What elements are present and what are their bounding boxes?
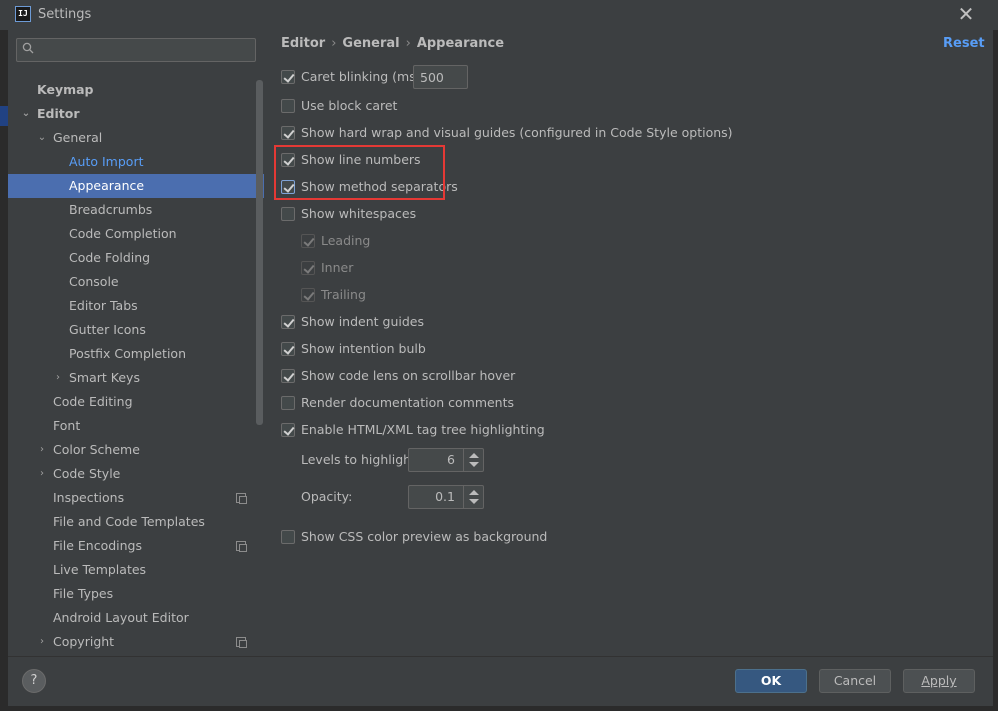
project-scope-icon <box>236 493 247 504</box>
sidebar-item-code-editing[interactable]: Code Editing <box>8 390 264 414</box>
sidebar-item-file-types[interactable]: File Types <box>8 582 264 606</box>
sidebar-item-appearance[interactable]: Appearance <box>8 174 264 198</box>
sidebar-item-smart-keys[interactable]: › Smart Keys <box>8 366 264 390</box>
line-numbers-checkbox[interactable] <box>281 153 295 167</box>
levels-label: Levels to highlight: <box>301 452 421 467</box>
sidebar-scrollbar[interactable] <box>256 80 263 425</box>
css-color-checkbox[interactable] <box>281 530 295 544</box>
leading-checkbox[interactable] <box>301 234 315 248</box>
method-separators-checkbox[interactable] <box>281 180 295 194</box>
background-window-edge <box>993 30 998 711</box>
caret-blinking-ms-input[interactable] <box>413 65 468 89</box>
breadcrumb: Editor › General › Appearance <box>281 36 510 54</box>
sidebar-item-android-layout-editor[interactable]: Android Layout Editor <box>8 606 264 630</box>
sidebar-item-breadcrumbs[interactable]: Breadcrumbs <box>8 198 264 222</box>
levels-value: 6 <box>447 452 455 467</box>
search-icon <box>22 42 34 54</box>
sidebar-item-copyright[interactable]: › Copyright <box>8 630 264 654</box>
reset-link[interactable]: Reset <box>943 36 985 51</box>
spinner-up-icon[interactable] <box>469 490 479 495</box>
sidebar-item-live-templates[interactable]: Live Templates <box>8 558 264 582</box>
sidebar-item-general[interactable]: ⌄ General <box>8 126 264 150</box>
indent-guides-checkbox[interactable] <box>281 315 295 329</box>
chevron-right-icon[interactable]: › <box>36 462 48 486</box>
sidebar-item-file-encodings[interactable]: File Encodings <box>8 534 264 558</box>
help-button[interactable]: ? <box>22 669 46 693</box>
breadcrumb-item: Editor <box>281 36 326 51</box>
sidebar-item-keymap[interactable]: Keymap <box>8 78 264 102</box>
caret-blinking-checkbox[interactable] <box>281 70 295 84</box>
sidebar-item-color-scheme[interactable]: › Color Scheme <box>8 438 264 462</box>
intellij-app-icon: IJ <box>15 6 31 22</box>
sidebar-item-code-completion[interactable]: Code Completion <box>8 222 264 246</box>
sidebar-item-file-and-code-templates[interactable]: File and Code Templates <box>8 510 264 534</box>
breadcrumb-item: Appearance <box>416 36 505 51</box>
spinner-down-icon[interactable] <box>469 499 479 504</box>
sidebar-item-postfix-completion[interactable]: Postfix Completion <box>8 342 264 366</box>
title-bar: IJ Settings ✕ <box>0 0 998 30</box>
sidebar-item-code-style[interactable]: › Code Style <box>8 462 264 486</box>
sidebar-item-code-folding[interactable]: Code Folding <box>8 246 264 270</box>
sidebar-item-inspections[interactable]: Inspections <box>8 486 264 510</box>
dialog-button-bar: ? OK Cancel Apply <box>8 656 993 706</box>
chevron-right-icon: › <box>405 36 411 51</box>
appearance-settings-panel: Editor › General › Appearance Reset Caret bl… <box>264 30 993 656</box>
chevron-right-icon[interactable]: › <box>36 630 48 654</box>
ok-button[interactable]: OK <box>735 669 807 693</box>
chevron-down-icon[interactable]: ⌄ <box>36 126 48 150</box>
background-editor-edge <box>0 30 8 711</box>
chevron-right-icon[interactable]: › <box>36 438 48 462</box>
window-title: Settings <box>38 7 92 22</box>
opacity-value: 0.1 <box>435 489 455 504</box>
apply-button[interactable]: Apply <box>903 669 975 693</box>
tag-tree-checkbox[interactable] <box>281 423 295 437</box>
breadcrumb-item: General <box>342 36 400 51</box>
sidebar-item-font[interactable]: Font <box>8 414 264 438</box>
inner-checkbox[interactable] <box>301 261 315 275</box>
render-docs-checkbox[interactable] <box>281 396 295 410</box>
sidebar-item-editor-tabs[interactable]: Editor Tabs <box>8 294 264 318</box>
trailing-checkbox[interactable] <box>301 288 315 302</box>
code-lens-checkbox[interactable] <box>281 369 295 383</box>
spinner-down-icon[interactable] <box>469 462 479 467</box>
sidebar-item-console[interactable]: Console <box>8 270 264 294</box>
block-caret-checkbox[interactable] <box>281 99 295 113</box>
project-scope-icon <box>236 541 247 552</box>
cancel-button[interactable]: Cancel <box>819 669 891 693</box>
project-scope-icon <box>236 637 247 648</box>
sidebar-item-auto-import[interactable]: Auto Import <box>8 150 264 174</box>
chevron-down-icon[interactable]: ⌄ <box>20 102 32 126</box>
search-box[interactable] <box>16 38 256 62</box>
spinner-up-icon[interactable] <box>469 453 479 458</box>
sidebar-item-gutter-icons[interactable]: Gutter Icons <box>8 318 264 342</box>
settings-sidebar: Keymap ⌄ Editor ⌄ General Auto Import Ap… <box>8 30 264 656</box>
chevron-right-icon[interactable]: › <box>52 366 64 390</box>
whitespaces-checkbox[interactable] <box>281 207 295 221</box>
levels-spinner[interactable]: 6 <box>408 448 484 472</box>
close-icon[interactable]: ✕ <box>956 4 976 24</box>
intention-bulb-checkbox[interactable] <box>281 342 295 356</box>
sidebar-item-editor[interactable]: ⌄ Editor <box>8 102 264 126</box>
hard-wrap-checkbox[interactable] <box>281 126 295 140</box>
chevron-right-icon: › <box>331 36 337 51</box>
search-input[interactable] <box>41 41 251 59</box>
opacity-spinner[interactable]: 0.1 <box>408 485 484 509</box>
opacity-label: Opacity: <box>301 489 353 504</box>
